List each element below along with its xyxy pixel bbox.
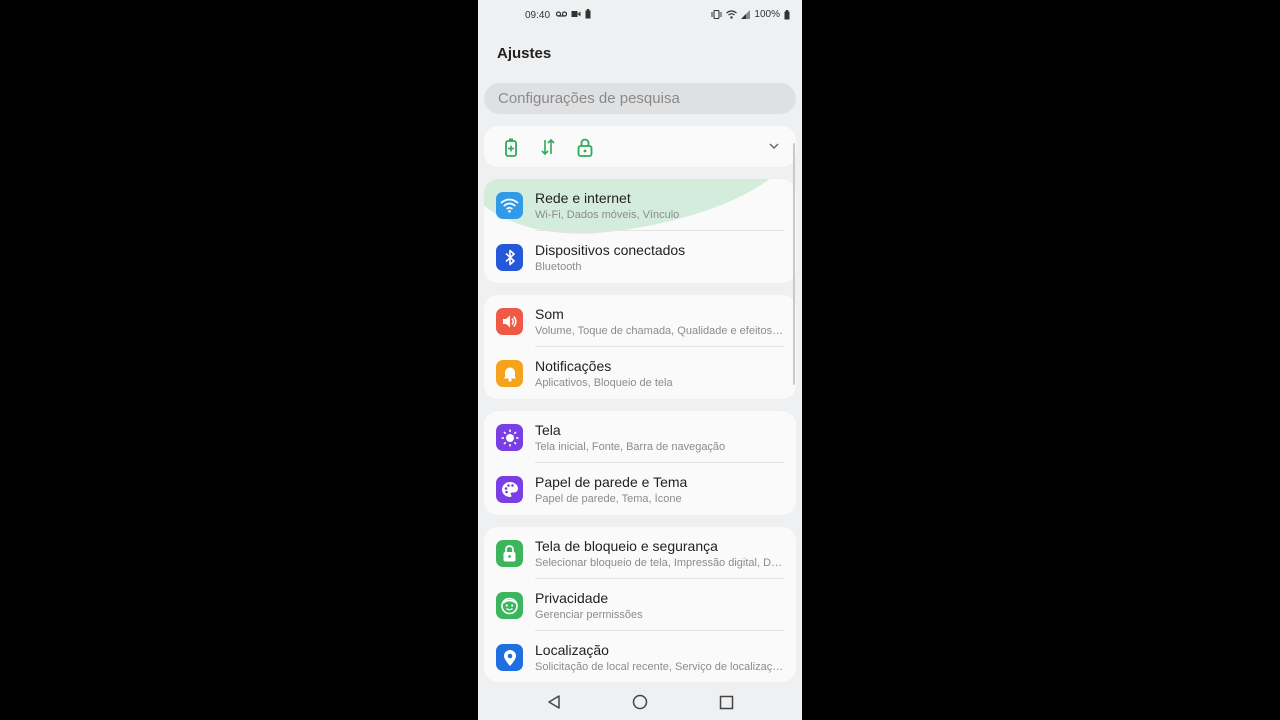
speaker-icon (496, 308, 523, 335)
phone-screen: 09:40 100% Ajustes Configurações de pesq… (478, 0, 802, 720)
settings-item-network[interactable]: Rede e internet Wi-Fi, Dados móveis, Vín… (484, 179, 796, 247)
battery-percent: 100% (754, 9, 780, 20)
settings-item-sound[interactable]: Som Volume, Toque de chamada, Qualidade … (484, 295, 796, 347)
wifi-status-icon (726, 10, 738, 19)
status-right-icons: 100% (711, 9, 790, 20)
settings-group-1: Rede e internet Wi-Fi, Dados móveis, Vín… (484, 179, 796, 283)
recent-apps-icon[interactable] (717, 693, 735, 711)
lock-icon (496, 540, 523, 567)
settings-item-title: Rede e internet (535, 190, 631, 206)
page-title: Ajustes (497, 45, 552, 62)
settings-item-title: Papel de parede e Tema (535, 474, 688, 490)
settings-item-subtitle: Wi-Fi, Dados móveis, Vínculo (535, 209, 680, 221)
status-time: 09:40 (525, 10, 551, 21)
settings-item-title: Dispositivos conectados (535, 242, 686, 258)
settings-group-2: Som Volume, Toque de chamada, Qualidade … (484, 295, 796, 399)
status-left-icons (556, 9, 591, 19)
settings-item-notifications[interactable]: Notificações Aplicativos, Bloqueio de te… (484, 347, 796, 399)
back-icon[interactable] (545, 693, 563, 711)
scrollbar[interactable] (793, 143, 795, 385)
settings-item-lock-security[interactable]: Tela de bloqueio e segurança Selecionar … (484, 527, 796, 579)
settings-item-connected-devices[interactable]: Dispositivos conectados Bluetooth (484, 231, 796, 283)
bell-icon (496, 360, 523, 387)
settings-item-wallpaper-theme[interactable]: Papel de parede e Tema Papel de parede, … (484, 463, 796, 515)
settings-item-subtitle: Selecionar bloqueio de tela, Impressão d… (535, 557, 783, 569)
settings-item-privacy[interactable]: Privacidade Gerenciar permissões (484, 579, 796, 631)
settings-item-title: Tela de bloqueio e segurança (535, 538, 718, 554)
vibrate-icon (711, 10, 722, 19)
settings-group-3: Tela Tela inicial, Fonte, Barra de naveg… (484, 411, 796, 515)
settings-item-title: Tela (535, 422, 561, 438)
voicemail-icon (556, 11, 567, 17)
home-icon[interactable] (631, 693, 649, 711)
data-transfer-icon[interactable] (538, 137, 558, 157)
bluetooth-icon (496, 244, 523, 271)
quick-settings-card (484, 126, 796, 167)
settings-item-subtitle: Gerenciar permissões (535, 609, 643, 621)
battery-icon (784, 9, 790, 19)
settings-group-4: Tela de bloqueio e segurança Selecionar … (484, 527, 796, 682)
search-placeholder: Configurações de pesquisa (498, 90, 680, 107)
settings-item-title: Localização (535, 642, 609, 658)
battery-saver-icon[interactable] (501, 137, 521, 157)
video-record-icon (571, 11, 581, 17)
search-input[interactable]: Configurações de pesquisa (484, 83, 796, 114)
settings-item-display[interactable]: Tela Tela inicial, Fonte, Barra de naveg… (484, 411, 796, 463)
palette-icon (496, 476, 523, 503)
settings-item-location[interactable]: Localização Solicitação de local recente… (484, 631, 796, 682)
location-pin-icon (496, 644, 523, 671)
signal-icon (741, 10, 751, 19)
battery-small-icon (585, 9, 591, 19)
settings-item-subtitle: Bluetooth (535, 261, 582, 273)
settings-item-subtitle: Solicitação de local recente, Serviço de… (535, 661, 784, 673)
chevron-down-icon[interactable] (768, 139, 780, 157)
settings-item-subtitle: Aplicativos, Bloqueio de tela (535, 377, 673, 389)
settings-item-subtitle: Volume, Toque de chamada, Qualidade e ef… (535, 325, 784, 337)
quick-settings-icons (501, 137, 595, 157)
settings-item-title: Som (535, 306, 564, 322)
settings-item-title: Privacidade (535, 590, 609, 606)
settings-item-title: Notificações (535, 358, 612, 374)
settings-item-subtitle: Tela inicial, Fonte, Barra de navegação (535, 441, 726, 453)
navigation-bar (478, 682, 802, 720)
status-bar: 09:40 100% (478, 0, 802, 32)
settings-item-subtitle: Papel de parede, Tema, Ícone (535, 493, 682, 505)
privacy-icon (496, 592, 523, 619)
lock-icon[interactable] (575, 137, 595, 157)
wifi-icon (496, 192, 523, 219)
brightness-icon (496, 424, 523, 451)
